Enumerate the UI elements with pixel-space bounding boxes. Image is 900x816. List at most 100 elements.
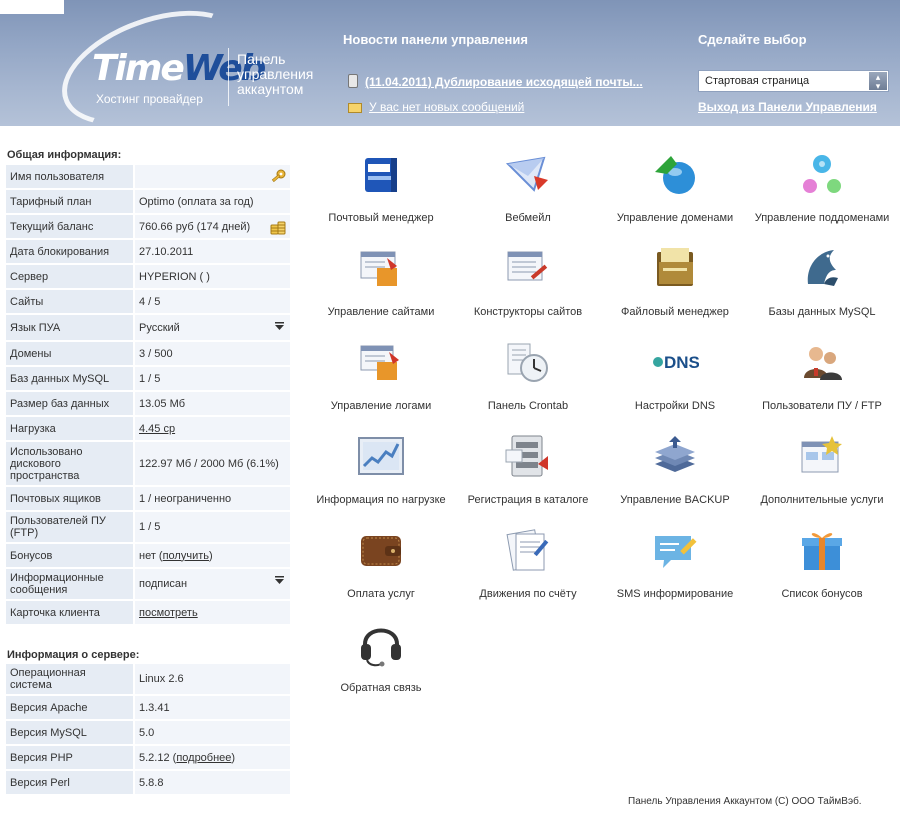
value-text: 4 / 5 xyxy=(139,295,161,308)
file-manager-icon[interactable] xyxy=(651,244,699,292)
service-tile[interactable]: Конструкторы сайтов xyxy=(453,244,603,318)
service-tile-label[interactable]: Почтовый менеджер xyxy=(306,212,456,224)
value-text: HYPERION ( ) xyxy=(139,270,210,283)
service-tile-label[interactable]: Список бонусов xyxy=(747,588,897,600)
mail-manager-icon[interactable] xyxy=(357,150,405,198)
service-tile-label[interactable]: Пользователи ПУ / FTP xyxy=(747,400,897,412)
crontab-icon[interactable] xyxy=(504,338,552,386)
service-tile[interactable]: Почтовый менеджер xyxy=(306,150,456,224)
service-tile[interactable]: Управление поддоменами xyxy=(747,150,897,224)
headset-icon[interactable] xyxy=(357,620,405,668)
info-value: 5.8.8 xyxy=(133,771,290,794)
service-tile[interactable]: Базы данных MySQL xyxy=(747,244,897,318)
service-tile[interactable]: Список бонусов xyxy=(747,526,897,600)
service-tile-label[interactable]: Обратная связь xyxy=(306,682,456,694)
extra-services-icon[interactable] xyxy=(798,432,846,480)
subdomains-icon[interactable] xyxy=(798,150,846,198)
header: TimeWeb Хостинг провайдер Панель управле… xyxy=(0,0,900,126)
footer: Панель Управления Аккаунтом (С) ООО Тайм… xyxy=(628,796,862,807)
value-text: Optimo (оплата за год) xyxy=(139,195,254,208)
info-row: Дата блокирования 27.10.2011 xyxy=(6,240,290,263)
service-tile-label[interactable]: Оплата услуг xyxy=(306,588,456,600)
service-tile[interactable]: SMS информирование xyxy=(600,526,750,600)
envelope-icon xyxy=(348,103,362,113)
service-tile-label[interactable]: Информация по нагрузке xyxy=(306,494,456,506)
service-tile[interactable]: Управление BACKUP xyxy=(600,432,750,506)
info-row: Карточка клиента посмотреть xyxy=(6,601,290,624)
service-tile-label[interactable]: Вебмейл xyxy=(453,212,603,224)
service-tile-label[interactable]: Управление поддоменами xyxy=(747,212,897,224)
select-arrows-icon[interactable]: ▴ ▾ xyxy=(869,72,887,91)
info-key: Версия PHP xyxy=(6,746,133,769)
service-tile[interactable]: Обратная связь xyxy=(306,620,456,694)
users-icon[interactable] xyxy=(798,338,846,386)
value-link[interactable]: посмотреть xyxy=(139,607,198,619)
dropdown-icon[interactable] xyxy=(275,576,284,585)
start-page-select[interactable]: Стартовая страница ▴ ▾ xyxy=(698,70,889,92)
service-tile[interactable]: Панель Crontab xyxy=(453,338,603,412)
info-row: Язык ПУА Русский xyxy=(6,315,290,340)
info-value: 1 / 5 xyxy=(133,512,290,542)
service-tile[interactable]: Оплата услуг xyxy=(306,526,456,600)
site-builder-icon[interactable] xyxy=(504,244,552,292)
load-chart-icon[interactable] xyxy=(357,432,405,480)
payment-icon[interactable] xyxy=(357,526,405,574)
info-row: Нагрузка 4.45 ср xyxy=(6,417,290,440)
service-tile-label[interactable]: Конструкторы сайтов xyxy=(453,306,603,318)
service-tile[interactable]: Информация по нагрузке xyxy=(306,432,456,506)
value-link[interactable]: получить xyxy=(163,550,209,562)
mysql-icon[interactable] xyxy=(798,244,846,292)
service-tile[interactable]: Управление доменами xyxy=(600,150,750,224)
service-tile[interactable]: Управление сайтами xyxy=(306,244,456,318)
service-tile-label[interactable]: SMS информирование xyxy=(600,588,750,600)
dropdown-icon[interactable] xyxy=(275,322,284,331)
sms-icon[interactable] xyxy=(651,526,699,574)
info-value: 1.3.41 xyxy=(133,696,290,719)
logout-link[interactable]: Выход из Панели Управления xyxy=(698,100,877,114)
service-tile-label[interactable]: Настройки DNS xyxy=(600,400,750,412)
info-row: Версия Apache 1.3.41 xyxy=(6,696,290,719)
service-tile[interactable]: Дополнительные услуги xyxy=(747,432,897,506)
news-icon xyxy=(348,74,358,88)
service-tile-label[interactable]: Дополнительные услуги xyxy=(747,494,897,506)
choose-title: Сделайте выбор xyxy=(698,32,807,47)
info-key: Сайты xyxy=(6,290,133,313)
info-value: нет (получить) xyxy=(133,544,290,567)
service-tile[interactable]: Вебмейл xyxy=(453,150,603,224)
value-link[interactable]: подробнее xyxy=(176,752,231,764)
service-tile[interactable]: Регистрация в каталоге xyxy=(453,432,603,506)
service-tile-label[interactable]: Движения по счёту xyxy=(453,588,603,600)
service-tile-label[interactable]: Управление BACKUP xyxy=(600,494,750,506)
service-tile[interactable]: DNS Настройки DNS xyxy=(600,338,750,412)
logs-icon[interactable] xyxy=(357,338,405,386)
catalog-icon[interactable] xyxy=(504,432,552,480)
info-row: Использовано дискового пространства 122.9… xyxy=(6,442,290,485)
dns-icon[interactable]: DNS xyxy=(651,338,700,386)
service-tile[interactable]: Движения по счёту xyxy=(453,526,603,600)
account-movements-icon[interactable] xyxy=(504,526,552,574)
gift-icon[interactable] xyxy=(798,526,846,574)
coins-icon[interactable] xyxy=(270,219,286,235)
backup-icon[interactable] xyxy=(651,432,699,480)
value-text: 760.66 руб (174 дней) xyxy=(139,220,251,233)
sites-icon[interactable] xyxy=(357,244,405,292)
service-tile-label[interactable]: Файловый менеджер xyxy=(600,306,750,318)
service-tile[interactable]: Файловый менеджер xyxy=(600,244,750,318)
news-link[interactable]: (11.04.2011) Дублирование исходящей почт… xyxy=(365,75,643,89)
info-value: 4.45 ср xyxy=(133,417,290,440)
service-tile-label[interactable]: Панель Crontab xyxy=(453,400,603,412)
svg-text:DNS: DNS xyxy=(664,353,699,372)
key-icon[interactable] xyxy=(270,169,286,183)
domains-icon[interactable] xyxy=(651,150,699,198)
info-value: 1 / неограниченно xyxy=(133,487,290,510)
service-tile-label[interactable]: Регистрация в каталоге xyxy=(453,494,603,506)
value-link[interactable]: 4.45 ср xyxy=(139,423,175,435)
service-tile-label[interactable]: Базы данных MySQL xyxy=(747,306,897,318)
webmail-icon[interactable] xyxy=(504,150,552,198)
service-tile-label[interactable]: Управление логами xyxy=(306,400,456,412)
service-tile-label[interactable]: Управление доменами xyxy=(600,212,750,224)
service-tile[interactable]: Пользователи ПУ / FTP xyxy=(747,338,897,412)
messages-link[interactable]: У вас нет новых сообщений xyxy=(369,100,524,114)
service-tile[interactable]: Управление логами xyxy=(306,338,456,412)
service-tile-label[interactable]: Управление сайтами xyxy=(306,306,456,318)
